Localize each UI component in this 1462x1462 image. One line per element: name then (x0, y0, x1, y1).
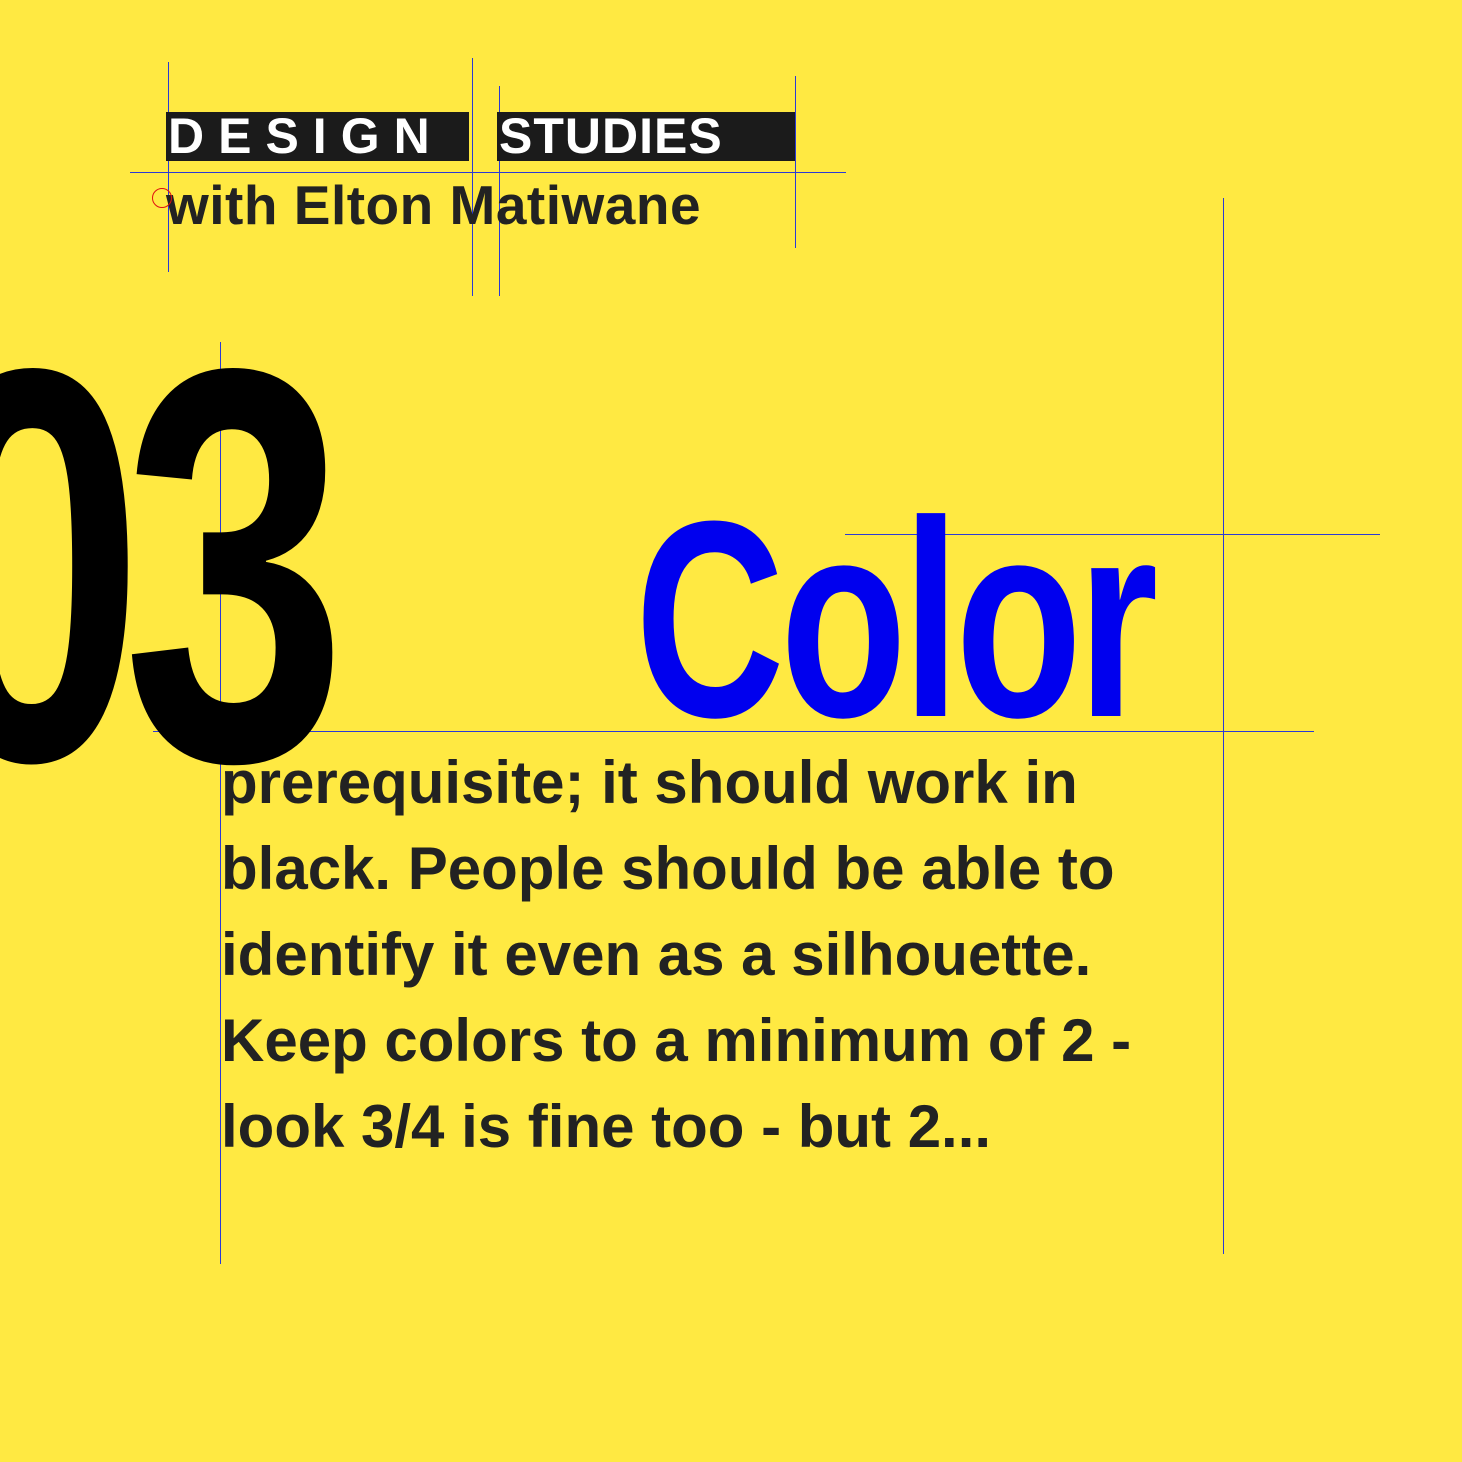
guide-line-vertical (795, 76, 796, 248)
body-line: prerequisite; it should work in (221, 749, 1078, 816)
poster-canvas: DESIGN STUDIES with Elton Matiwane 03 Co… (0, 0, 1462, 1462)
section-heading: Color (635, 464, 1158, 776)
guide-line-vertical (168, 62, 169, 272)
anchor-point-marker (152, 188, 172, 208)
body-paragraph: prerequisite; it should work in black. P… (221, 740, 1231, 1170)
series-title: DESIGN STUDIES (166, 112, 795, 161)
author-subtitle: with Elton Matiwane (166, 174, 702, 236)
body-line: Keep colors to a minimum of 2 - (221, 1007, 1132, 1074)
title-gap (469, 112, 497, 161)
title-word-design: DESIGN (166, 112, 469, 161)
body-line: look 3/4 is fine too - but 2... (221, 1093, 992, 1160)
body-line: black. People should be able to (221, 835, 1115, 902)
title-word-studies: STUDIES (497, 112, 795, 161)
body-line: identify it even as a silhouette. (221, 921, 1092, 988)
